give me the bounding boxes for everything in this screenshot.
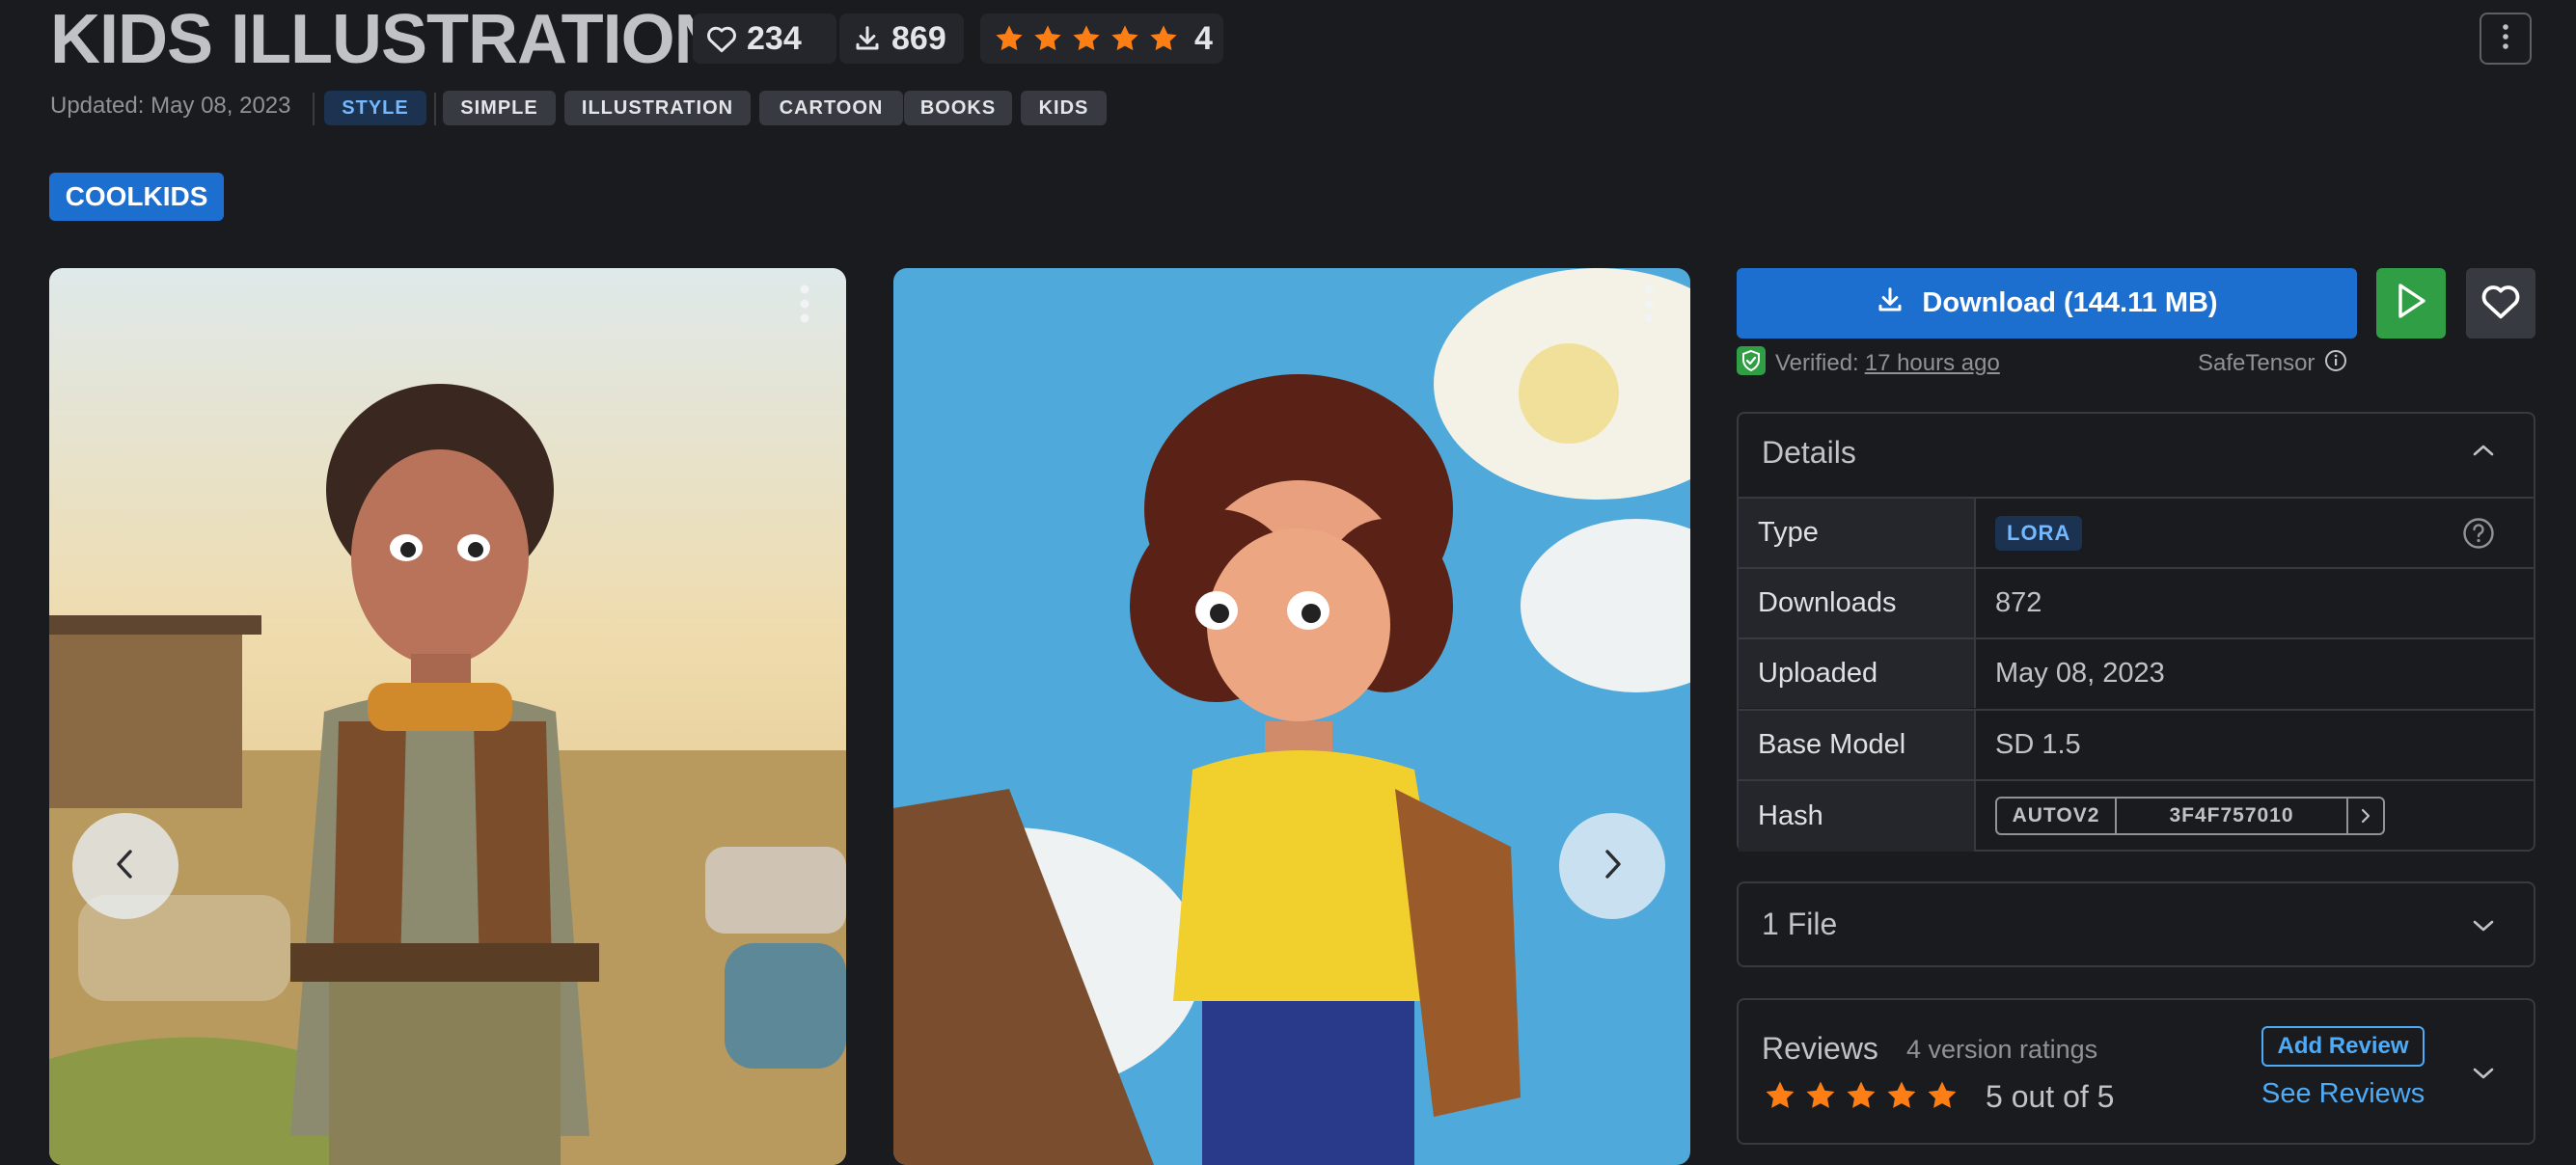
safetensor-text: SafeTensor <box>2198 350 2316 376</box>
divider <box>434 93 436 125</box>
chevron-right-icon <box>1598 848 1627 885</box>
star-icon <box>1766 1081 1795 1108</box>
rating-count: 4 <box>1194 19 1213 57</box>
rating-stat[interactable]: 4 <box>980 14 1223 64</box>
illustration-1 <box>49 268 846 1165</box>
tag-kids[interactable]: KIDS <box>1021 91 1107 125</box>
more-menu-button[interactable] <box>2480 13 2532 65</box>
row-value: 872 <box>1995 587 2042 618</box>
hash-selector[interactable]: AUTOV2 3F4F757010 <box>1995 796 2385 835</box>
download-icon <box>1876 285 1905 322</box>
star-icon <box>1887 1081 1916 1108</box>
preview-image-2[interactable] <box>893 268 1690 1165</box>
star-icon <box>1073 25 1100 51</box>
tag-books[interactable]: BOOKS <box>904 91 1012 125</box>
star-icon <box>1806 1081 1835 1108</box>
details-panel: Details Type LORA Downloads 872 Uploaded… <box>1737 412 2535 852</box>
download-icon <box>853 24 882 53</box>
star-icon <box>1847 1081 1876 1108</box>
type-badge: LORA <box>1995 515 2083 551</box>
details-collapse-button[interactable] <box>2472 443 2495 463</box>
downloads-count: 869 <box>891 19 946 57</box>
details-row-type: Type LORA <box>1739 497 2534 567</box>
star-icon <box>996 25 1023 51</box>
likes-stat[interactable]: 234 <box>693 14 836 64</box>
star-icon <box>1150 25 1177 51</box>
chevron-right-icon[interactable] <box>2348 799 2383 833</box>
run-button[interactable] <box>2376 268 2446 339</box>
rating-stars <box>994 23 1179 54</box>
reviews-count: 4 version ratings <box>1906 1035 2098 1064</box>
chevron-down-icon[interactable] <box>2472 918 2495 938</box>
dots-vertical-icon <box>2502 23 2509 55</box>
row-key: Type <box>1739 499 1976 567</box>
help-icon[interactable] <box>2462 517 2495 555</box>
reviews-score: 5 out of 5 <box>1986 1079 2115 1114</box>
updated-date: Updated: May 08, 2023 <box>50 93 291 119</box>
safetensor-label: SafeTensor <box>2198 347 2347 380</box>
dots-vertical-icon <box>799 284 810 328</box>
heart-icon <box>706 24 737 53</box>
illustration-2 <box>893 268 1690 1165</box>
page-title: KIDS ILLUSTRATION <box>50 1 725 78</box>
shield-check-icon <box>1737 345 1766 382</box>
details-row-downloads: Downloads 872 <box>1739 567 2534 637</box>
tag-simple[interactable]: SIMPLE <box>443 91 556 125</box>
row-key: Base Model <box>1739 711 1976 779</box>
downloads-stat: 869 <box>839 14 964 64</box>
chevron-left-icon <box>111 848 140 885</box>
favorite-button[interactable] <box>2466 268 2535 339</box>
chevron-up-icon <box>2472 445 2495 462</box>
tag-style[interactable]: STYLE <box>324 91 426 125</box>
reviews-panel: Reviews 4 version ratings 5 out of 5 <box>1737 998 2535 1145</box>
verified-time-link[interactable]: 17 hours ago <box>1865 350 2000 377</box>
play-icon <box>2394 282 2428 325</box>
carousel-prev-button[interactable] <box>72 813 178 919</box>
star-icon <box>1034 25 1061 51</box>
row-key: Uploaded <box>1739 639 1976 708</box>
chevron-down-icon[interactable] <box>2472 1066 2495 1086</box>
reviews-stars <box>1764 1079 1959 1112</box>
info-icon[interactable] <box>2324 349 2347 379</box>
details-row-uploaded: Uploaded May 08, 2023 <box>1739 637 2534 708</box>
divider <box>313 93 315 125</box>
image-menu-button[interactable] <box>799 284 810 329</box>
row-key: Hash <box>1739 781 1976 852</box>
verified-label: Verified: <box>1775 350 1859 376</box>
hash-value[interactable]: 3F4F757010 <box>2117 798 2348 833</box>
see-reviews-link[interactable]: See Reviews <box>2261 1078 2425 1110</box>
dots-vertical-icon <box>1643 284 1655 328</box>
download-label: Download (144.11 MB) <box>1922 287 2218 318</box>
star-icon <box>1928 1081 1957 1108</box>
details-title: Details <box>1762 435 1856 470</box>
hash-type[interactable]: AUTOV2 <box>1997 798 2117 833</box>
row-value: SD 1.5 <box>1995 729 2081 760</box>
image-menu-button[interactable] <box>1643 284 1655 329</box>
star-icon <box>1111 25 1138 51</box>
carousel-next-button[interactable] <box>1559 813 1665 919</box>
likes-count: 234 <box>747 19 802 57</box>
details-row-base-model: Base Model SD 1.5 <box>1739 709 2534 779</box>
tag-cartoon[interactable]: CARTOON <box>759 91 903 125</box>
details-row-hash: Hash AUTOV2 3F4F757010 <box>1739 779 2534 852</box>
row-key: Downloads <box>1739 569 1976 637</box>
row-value: May 08, 2023 <box>1995 658 2165 689</box>
files-title: 1 File <box>1762 907 1838 941</box>
tag-illustration[interactable]: ILLUSTRATION <box>564 91 751 125</box>
files-panel[interactable]: 1 File <box>1737 881 2535 967</box>
trigger-word-badge[interactable]: COOLKIDS <box>49 173 224 221</box>
add-review-button[interactable]: Add Review <box>2261 1026 2425 1067</box>
reviews-title: Reviews <box>1762 1031 1878 1066</box>
verified-status: Verified: 17 hours ago <box>1737 345 2000 382</box>
download-button[interactable]: Download (144.11 MB) <box>1737 268 2357 339</box>
preview-image-1[interactable] <box>49 268 846 1165</box>
heart-icon <box>2480 283 2521 324</box>
